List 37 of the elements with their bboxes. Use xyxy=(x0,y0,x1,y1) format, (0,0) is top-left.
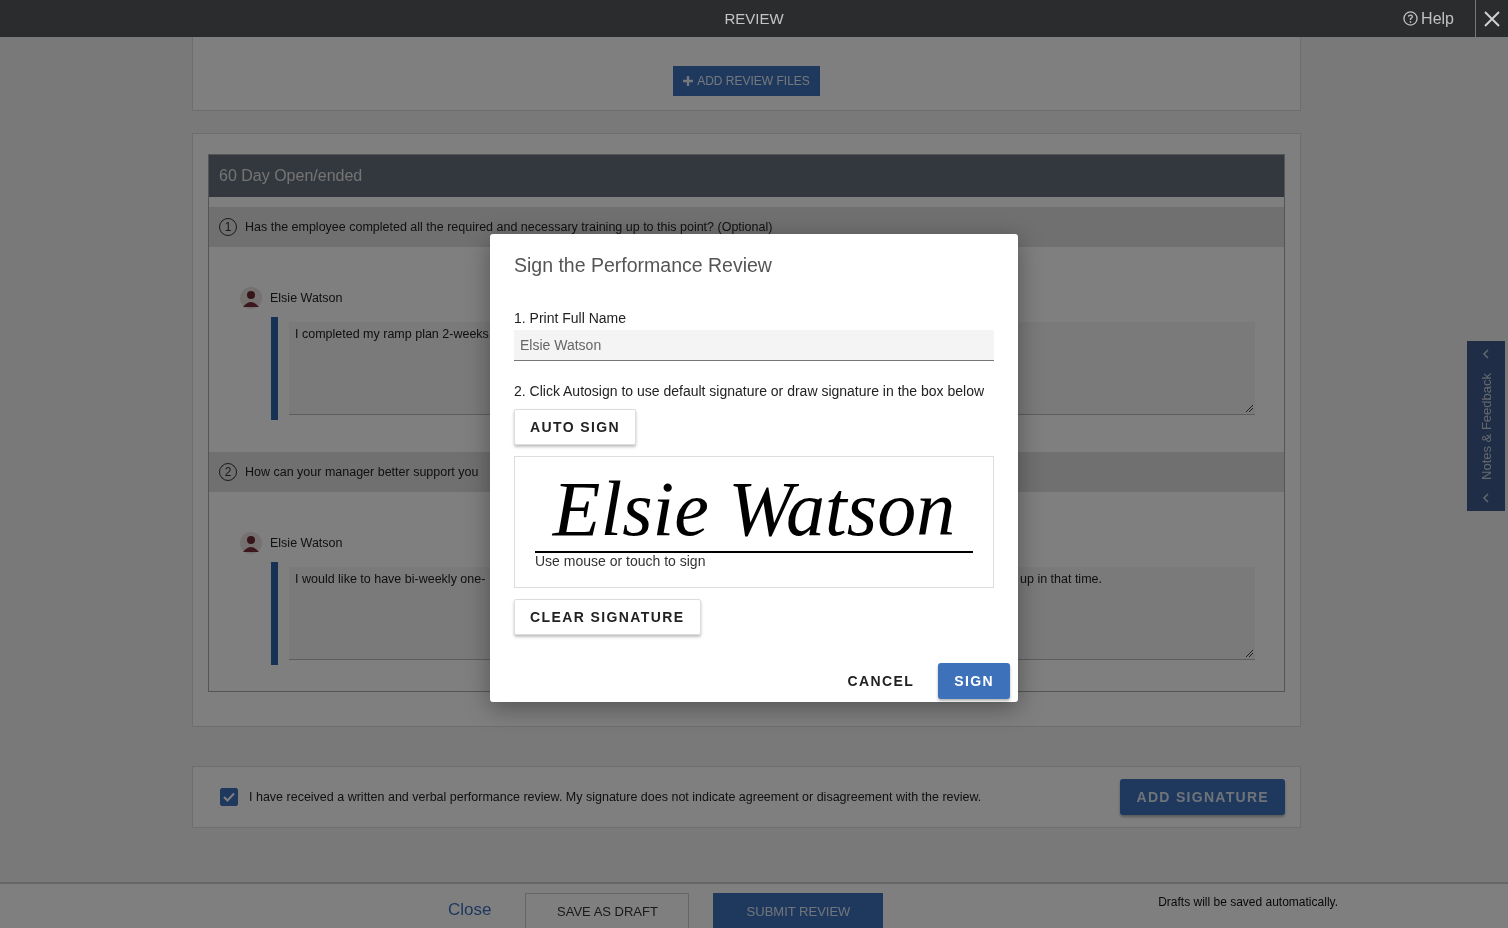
full-name-field[interactable]: Elsie Watson xyxy=(514,330,994,361)
plus-icon xyxy=(683,75,694,86)
field-label: 1. Print Full Name xyxy=(514,310,628,326)
window-title: REVIEW xyxy=(724,10,784,27)
dialog-title: Sign the Performance Review xyxy=(514,254,773,277)
cancel-button[interactable]: CANCEL xyxy=(839,663,923,699)
notes-feedback-tab[interactable]: Notes & Feedback xyxy=(1467,341,1505,511)
close-icon xyxy=(1483,9,1501,28)
help-link[interactable]: Help xyxy=(1399,6,1458,31)
author-name: Elsie Watson xyxy=(270,291,343,305)
question-text: How can your manager better support you xyxy=(245,465,479,479)
signature-text: Elsie Watson xyxy=(551,467,957,551)
resize-handle-icon[interactable] xyxy=(1246,405,1253,412)
avatar-icon xyxy=(240,287,262,309)
clear-signature-button[interactable]: CLEAR SIGNATURE xyxy=(514,599,701,635)
resize-handle-icon[interactable] xyxy=(1246,650,1253,657)
auto-sign-button[interactable]: AUTO SIGN xyxy=(514,409,637,445)
autosave-note: Drafts will be saved automatically. xyxy=(1158,895,1338,909)
acknowledgement-checkbox[interactable] xyxy=(220,788,238,806)
signature-pad[interactable]: Elsie Watson Use mouse or touch to sign xyxy=(514,456,994,588)
help-icon xyxy=(1403,11,1419,26)
chevron-icon xyxy=(1481,493,1491,503)
avatar-icon xyxy=(240,532,262,554)
signature-hint: Use mouse or touch to sign xyxy=(535,552,707,569)
check-icon xyxy=(223,792,235,802)
sign-button[interactable]: SIGN xyxy=(938,663,1010,699)
acknowledgement-text: I have received a written and verbal performance review. My signature does not indicate agreement or disagreement with the review. xyxy=(249,790,982,804)
instruction-text: 2. Click Autosign to use default signature or draw signature in the box below xyxy=(514,383,986,399)
save-draft-button[interactable]: SAVE AS DRAFT xyxy=(525,893,690,928)
add-review-files-button[interactable]: ADD REVIEW FILES xyxy=(673,65,820,96)
close-link[interactable]: Close xyxy=(448,900,492,920)
question-text: Has the employee completed all the required and necessary training up to this point? (Optional) xyxy=(245,220,773,234)
add-signature-button[interactable]: ADD SIGNATURE xyxy=(1120,779,1285,815)
chevron-icon xyxy=(1481,349,1491,359)
author-name: Elsie Watson xyxy=(270,536,343,550)
section-title: 60 Day Open/ended xyxy=(219,167,363,185)
submit-review-button[interactable]: SUBMIT REVIEW xyxy=(713,893,884,928)
